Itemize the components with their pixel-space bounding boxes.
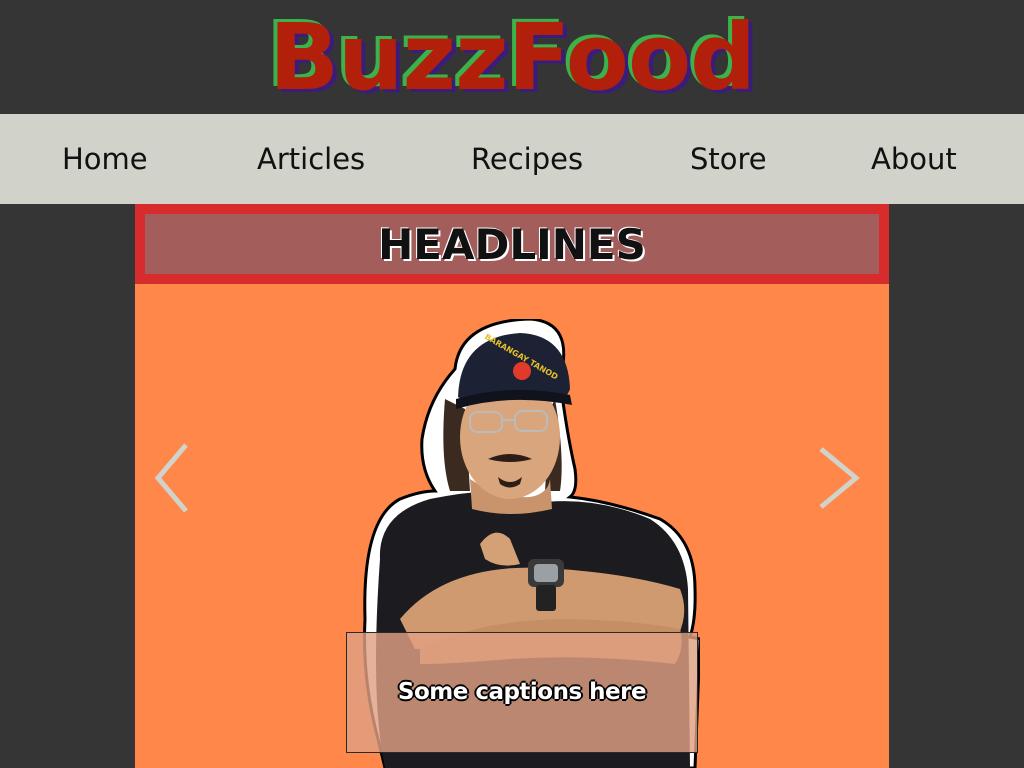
site-header: BuzzFood: [0, 0, 1024, 114]
nav-item-articles[interactable]: Articles: [257, 114, 365, 204]
nav-item-home[interactable]: Home: [62, 114, 148, 204]
site-logo[interactable]: BuzzFood: [0, 6, 1024, 110]
carousel-caption: Some captions here: [346, 632, 698, 753]
main-navigation: Home Articles Recipes Store About: [0, 114, 1024, 204]
headlines-banner: HEADLINES: [135, 204, 889, 284]
headlines-section: HEADLINES BARANGAY TANOD Some captions h…: [135, 204, 889, 768]
chevron-right-icon[interactable]: [817, 446, 861, 510]
nav-item-recipes[interactable]: Recipes: [471, 114, 583, 204]
chevron-left-icon[interactable]: [153, 442, 191, 514]
headlines-title: HEADLINES: [145, 214, 879, 274]
nav-item-store[interactable]: Store: [690, 114, 767, 204]
nav-item-about[interactable]: About: [871, 114, 957, 204]
